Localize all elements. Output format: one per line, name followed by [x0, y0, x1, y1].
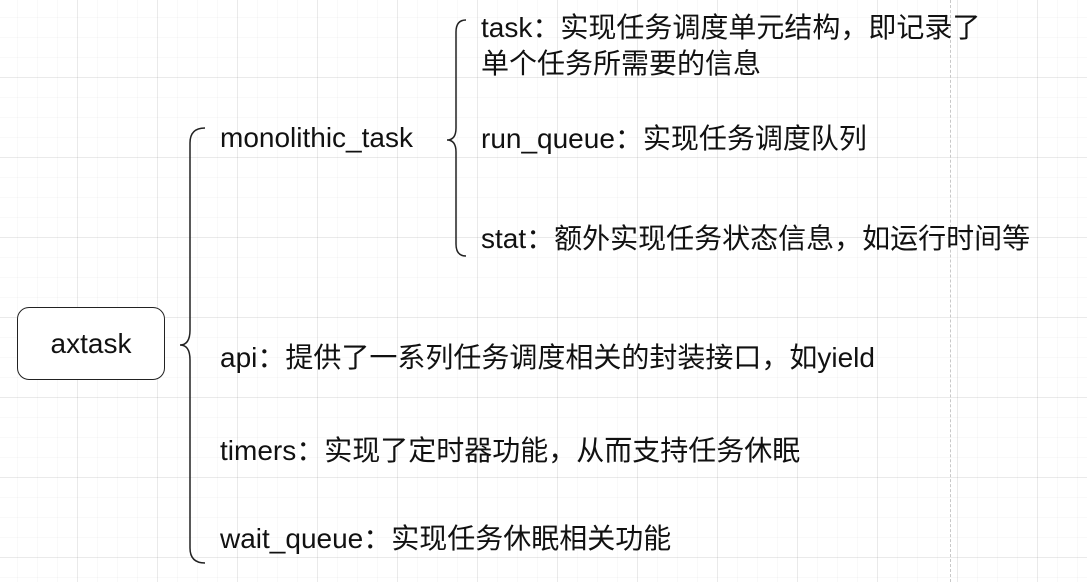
branch-api[interactable]: api：提供了一系列任务调度相关的封装接口，如yield	[220, 340, 875, 376]
mindmap-connectors	[179, 19, 467, 564]
leaf-stat[interactable]: stat：额外实现任务状态信息，如运行时间等	[481, 221, 1030, 257]
branch-wait-queue[interactable]: wait_queue：实现任务休眠相关功能	[220, 521, 671, 557]
leaf-run-queue[interactable]: run_queue：实现任务调度队列	[481, 121, 867, 157]
root-node-label: axtask	[50, 327, 132, 359]
monolithic-bracket	[446, 19, 467, 257]
branch-timers[interactable]: timers：实现了定时器功能，从而支持任务休眠	[220, 433, 800, 469]
branch-monolithic-task[interactable]: monolithic_task	[220, 120, 413, 156]
leaf-task[interactable]: task：实现任务调度单元结构，即记录了单个任务所需要的信息	[481, 10, 1001, 82]
root-node-axtask[interactable]: axtask	[17, 307, 165, 380]
root-bracket	[179, 127, 206, 564]
